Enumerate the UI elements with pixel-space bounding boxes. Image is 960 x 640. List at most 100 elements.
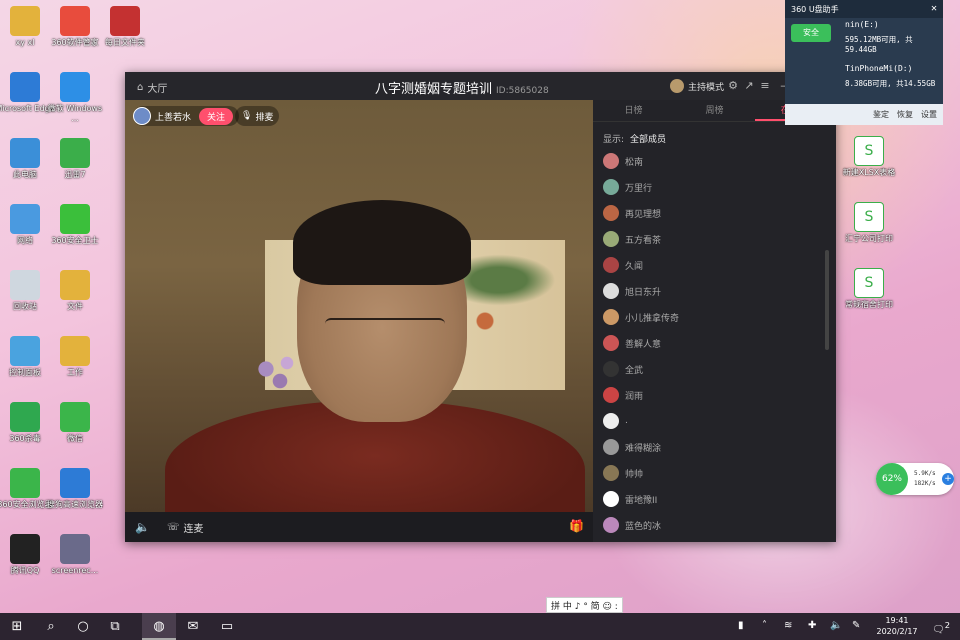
settings-button[interactable]: 设置 xyxy=(921,109,937,120)
usb-helper-title: 360 U盘助手 xyxy=(785,0,943,18)
desktop-shortcut[interactable]: 搜狗高速浏览器 xyxy=(44,468,106,510)
filter-label: 显示: xyxy=(603,135,625,145)
live-app-taskbar-icon[interactable]: ◍ xyxy=(142,613,176,640)
cortana-icon[interactable]: ○ xyxy=(66,613,100,640)
drive-item[interactable]: TinPhoneMi(D:) 8.38GB可用, 共14.55GB xyxy=(791,64,937,98)
app-grid-icon xyxy=(60,6,90,36)
chevron-up-icon[interactable]: ˄ xyxy=(762,620,767,631)
audience-panel: 日榜周榜在线65 显示:全部成员 松南万里行再见理想五方看茶久闻旭日东升小儿推拿… xyxy=(593,100,836,542)
desktop-shortcut[interactable]: S 新建XLSX表格 xyxy=(838,136,900,178)
desktop-shortcut[interactable]: 微信 xyxy=(44,402,106,444)
search-icon[interactable]: ⌕ xyxy=(34,613,68,640)
member-scrollbar[interactable] xyxy=(825,250,829,350)
task-view-icon[interactable]: ⧉ xyxy=(98,613,132,640)
ime-toolbar[interactable]: 拼 中 ♪ ° 简 ☺ : xyxy=(546,597,623,613)
restore-button[interactable]: 恢复 xyxy=(897,109,913,120)
connect-mic-button[interactable]: ☏ 连麦 xyxy=(167,520,204,535)
member-name: 善解人意 xyxy=(625,339,662,350)
speaker-tag: 上善若水 关注 xyxy=(133,106,240,126)
start-windows-icon[interactable]: ⊞ xyxy=(0,613,34,640)
member-name: 蓝色的冰 xyxy=(625,521,662,532)
drive-item[interactable]: 安全 nin(E:) 595.12MB可用, 共59.44GB xyxy=(791,20,937,54)
queue-mic-button[interactable]: 🎙 排麦 xyxy=(235,106,280,126)
list-item[interactable]: 旭日东升 xyxy=(603,278,823,304)
lobby-label: 大厅 xyxy=(147,84,168,95)
desktop-shortcut[interactable]: screenrec... xyxy=(44,534,106,576)
list-item[interactable]: . xyxy=(603,408,823,434)
list-item[interactable]: 再见理想 xyxy=(603,200,823,226)
list-item[interactable]: 善解人意 xyxy=(603,330,823,356)
list-item[interactable]: 久闻 xyxy=(603,252,823,278)
gift-icon[interactable]: 🎁 xyxy=(569,519,584,533)
360-tray-icon[interactable]: ✚ xyxy=(808,620,816,631)
desktop-shortcut[interactable]: 迅雷7 xyxy=(44,138,106,180)
desktop-shortcut[interactable]: S 常规宿舍打印 xyxy=(838,268,900,310)
volume-tray-icon[interactable]: 🔈 xyxy=(830,620,842,631)
share-icon[interactable]: ↗ xyxy=(742,79,756,93)
qq-icon xyxy=(10,534,40,564)
chat-app-taskbar-icon[interactable]: ✉ xyxy=(176,613,210,640)
desktop-shortcut[interactable]: S 汇宁公司打印 xyxy=(838,202,900,244)
title-bar: ⌂ 大厅 八字测婚姻专题培训ID:5865028 主持模式 ⚙ ↗ ≡ – □ … xyxy=(125,72,836,100)
video-app-taskbar-icon[interactable]: ▭ xyxy=(210,613,244,640)
list-item[interactable]: 帅帅 xyxy=(603,460,823,486)
notification-icon[interactable]: 🗨2 xyxy=(932,620,950,635)
member-avatar xyxy=(603,439,619,455)
list-item[interactable]: 万里行 xyxy=(603,174,823,200)
plus-icon[interactable]: + xyxy=(942,473,954,485)
desktop-shortcut-label: 新建XLSX表格 xyxy=(842,168,896,177)
desktop-shortcut[interactable]: 微软 Windows ... xyxy=(44,72,106,124)
list-item[interactable]: 五方看茶 xyxy=(603,226,823,252)
list-item[interactable]: 小儿推拿传奇 xyxy=(603,304,823,330)
verify-button[interactable]: 鉴定 xyxy=(873,109,889,120)
volume-icon[interactable]: 🔈 xyxy=(135,520,150,534)
desktop-shortcut[interactable]: 文件 xyxy=(44,270,106,312)
member-name: 帅帅 xyxy=(625,469,644,480)
list-item[interactable]: 润雨 xyxy=(603,382,823,408)
host-mode-button[interactable]: 主持模式 xyxy=(670,79,724,93)
desktop-shortcut-label: 文件 xyxy=(67,302,83,311)
member-name: 五方看茶 xyxy=(625,235,662,246)
taskbar: ⊞ ⌕ ○ ⧉ ◍ ✉ ▭ ▮ ˄ ≋ ✚ 🔈 ✎ 19:41 2020/2/1… xyxy=(0,613,960,640)
list-item[interactable]: 雷地豫II xyxy=(603,486,823,512)
phone-icon: ☏ xyxy=(167,522,180,533)
desktop-shortcut[interactable]: 360安全卫士 xyxy=(44,204,106,246)
battery-icon[interactable]: ▮ xyxy=(738,620,744,631)
network-speed-widget[interactable]: 62% 5.9K/s 182K/s + xyxy=(876,463,954,495)
member-avatar xyxy=(603,517,619,533)
notification-count: 2 xyxy=(944,620,951,630)
connect-label: 连麦 xyxy=(183,524,204,535)
speaker-avatar[interactable] xyxy=(133,107,151,125)
settings-icon[interactable]: ⚙ xyxy=(726,79,740,93)
member-avatar xyxy=(603,283,619,299)
list-item[interactable]: 蓝色的冰 xyxy=(603,512,823,538)
filter-value: 全部成员 xyxy=(630,135,667,145)
video-stream[interactable]: 上善若水 关注 🎙 排麦 xyxy=(125,100,593,512)
wifi-icon[interactable]: ≋ xyxy=(784,620,792,631)
list-item[interactable]: 松南 xyxy=(603,148,823,174)
member-filter[interactable]: 显示: 全部成员 xyxy=(603,132,666,145)
member-name: 旭日东升 xyxy=(625,287,662,298)
list-item[interactable]: 难得糊涂 xyxy=(603,434,823,460)
follow-button[interactable]: 关注 xyxy=(199,107,234,125)
desktop-shortcut-label: 常规宿舍打印 xyxy=(845,300,893,309)
tab-ranking[interactable]: 日榜 xyxy=(593,100,674,121)
list-item[interactable]: 全武 xyxy=(603,356,823,382)
host-avatar xyxy=(670,79,684,93)
lobby-button[interactable]: ⌂ 大厅 xyxy=(137,80,167,95)
close-icon[interactable]: ✕ xyxy=(931,3,937,14)
tab-ranking[interactable]: 周榜 xyxy=(674,100,755,121)
desktop-shortcut-label: 360安全卫士 xyxy=(51,236,99,245)
video-control-bar: 🔈 ☏ 连麦 🎁 xyxy=(125,512,593,542)
menu-icon[interactable]: ≡ xyxy=(758,79,772,93)
desktop-shortcut-label: 工作 xyxy=(67,368,83,377)
control-panel-icon xyxy=(10,336,40,366)
desktop-shortcut[interactable]: 工作 xyxy=(44,336,106,378)
member-name: 全武 xyxy=(625,365,644,376)
windows-icon xyxy=(60,72,90,102)
member-name: 润雨 xyxy=(625,391,644,402)
spreadsheet-icon: S xyxy=(854,136,884,166)
pen-icon[interactable]: ✎ xyxy=(852,620,860,631)
desktop-shortcut[interactable]: 每日文件夹 xyxy=(94,6,156,48)
clock[interactable]: 19:41 2020/2/17 xyxy=(872,615,922,637)
